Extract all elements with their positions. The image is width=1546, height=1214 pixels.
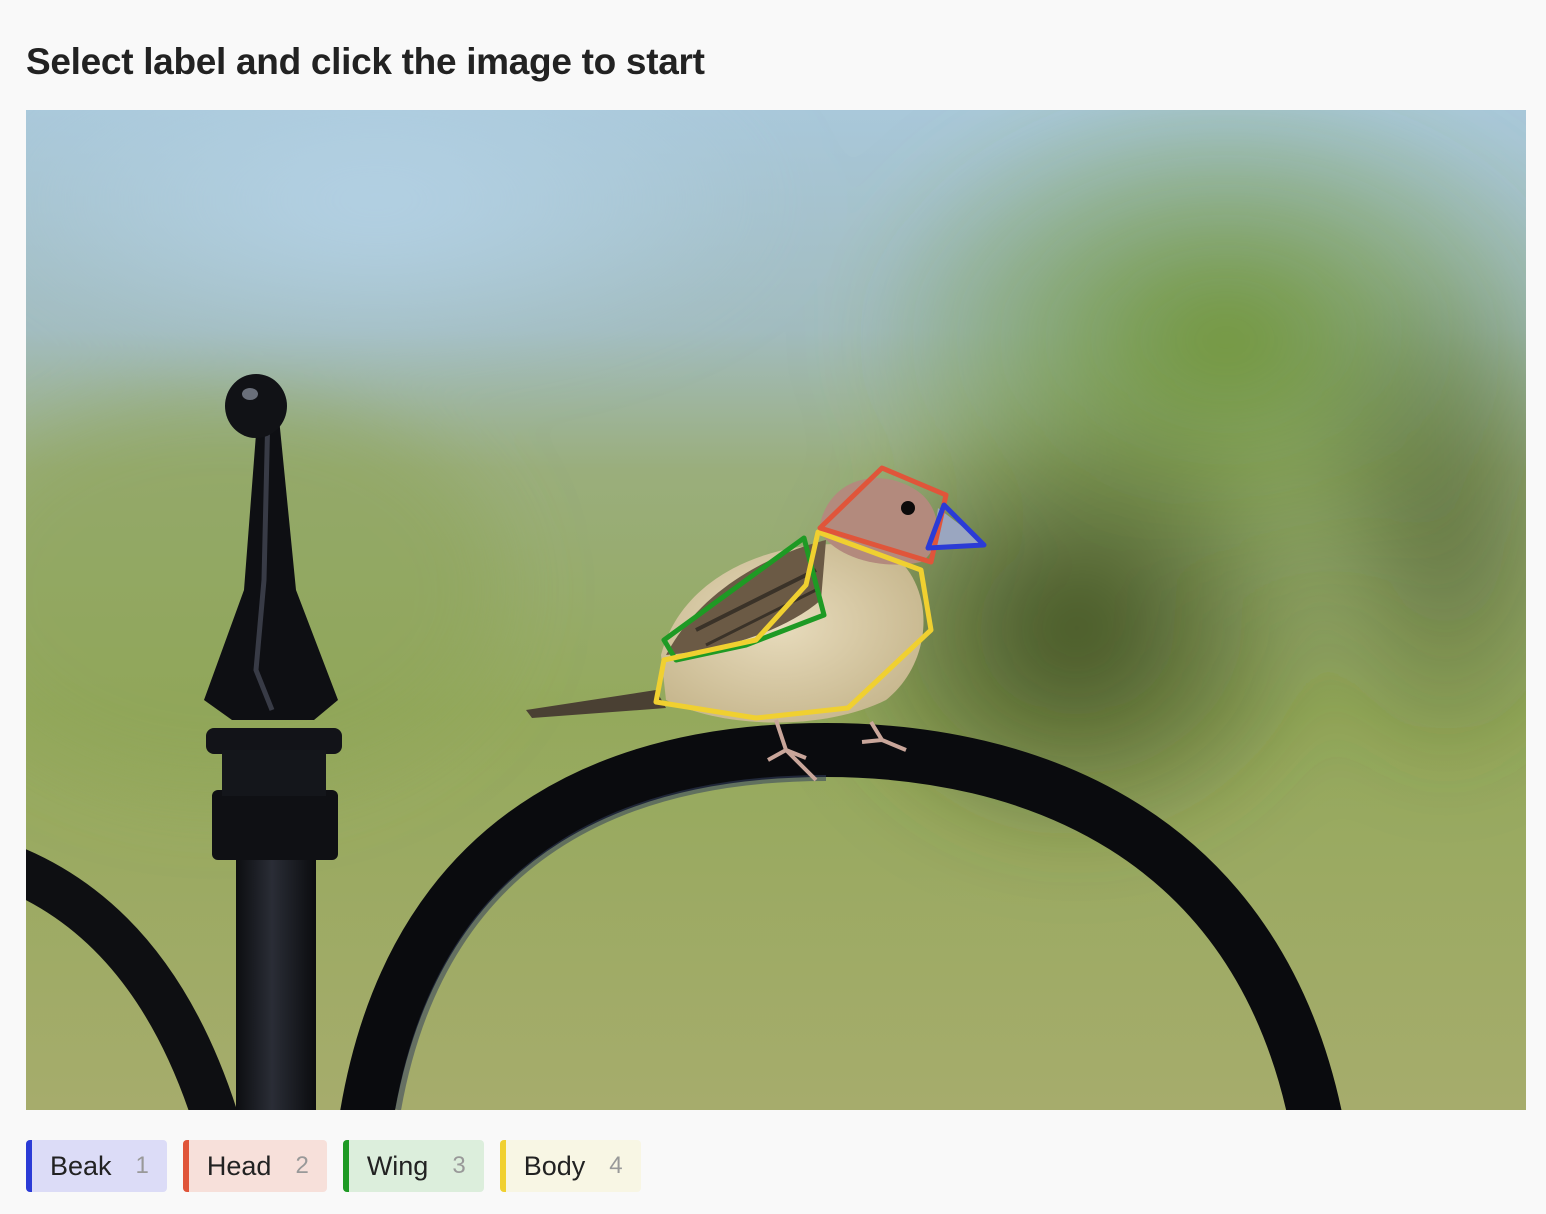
label-hotkey: 1 [135, 1152, 149, 1179]
label-name: Wing [366, 1150, 429, 1181]
label-hotkey: 4 [609, 1152, 623, 1179]
bird-photo[interactable] [26, 110, 1526, 1110]
label-color-bar [342, 1140, 349, 1192]
label-hotkey: 3 [452, 1152, 466, 1179]
label-body[interactable]: Body 4 [499, 1140, 641, 1192]
label-name: Head [206, 1150, 272, 1181]
label-name: Body [523, 1150, 586, 1181]
label-hotkey: 2 [295, 1152, 309, 1179]
label-color-bar [499, 1140, 506, 1192]
label-selector: Beak 1 Head 2 Wing 3 Body 4 [26, 1140, 641, 1192]
page-title: Select label and click the image to star… [26, 41, 705, 82]
label-wing[interactable]: Wing 3 [342, 1140, 484, 1192]
label-name: Beak [50, 1150, 112, 1181]
label-beak[interactable]: Beak 1 [26, 1140, 167, 1192]
label-color-bar [182, 1140, 189, 1192]
label-color-bar [26, 1140, 32, 1192]
label-head[interactable]: Head 2 [182, 1140, 327, 1192]
annotation-canvas[interactable] [26, 110, 1526, 1110]
